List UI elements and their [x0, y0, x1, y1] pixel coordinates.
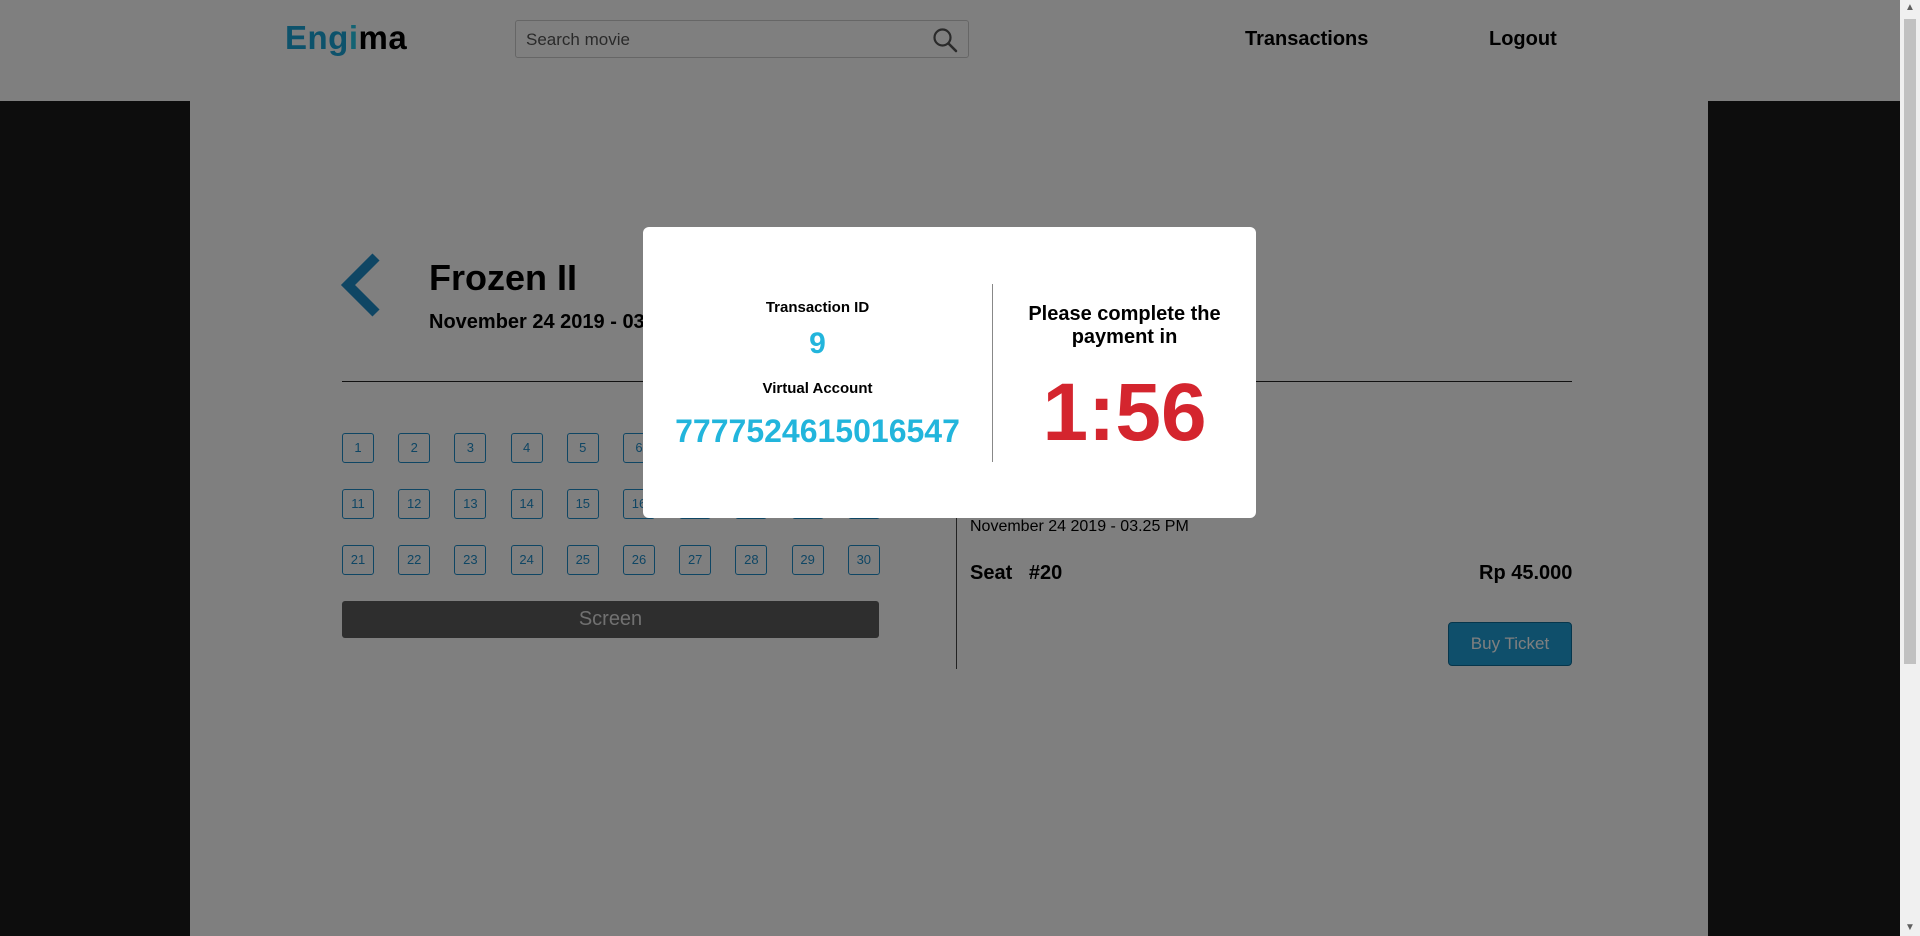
scroll-up-icon[interactable]: ▲: [1905, 2, 1915, 13]
virtual-account-label: Virtual Account: [762, 380, 873, 397]
scrollbar[interactable]: ▲ ▼: [1900, 0, 1920, 936]
payment-countdown: Please complete the payment in 1:56: [993, 227, 1256, 518]
scroll-down-icon[interactable]: ▼: [1905, 922, 1915, 933]
countdown-timer: 1:56: [1042, 367, 1207, 458]
payment-message: Please complete the payment in: [1028, 303, 1221, 348]
scrollbar-thumb[interactable]: [1904, 19, 1916, 664]
transaction-id-label: Transaction ID: [765, 299, 870, 316]
transaction-id-value: 9: [809, 327, 826, 360]
virtual-account-value: 7777524615016547: [675, 413, 960, 449]
transaction-info: Transaction ID 9 Virtual Account 7777524…: [643, 227, 992, 518]
payment-modal: Transaction ID 9 Virtual Account 7777524…: [643, 227, 1256, 518]
